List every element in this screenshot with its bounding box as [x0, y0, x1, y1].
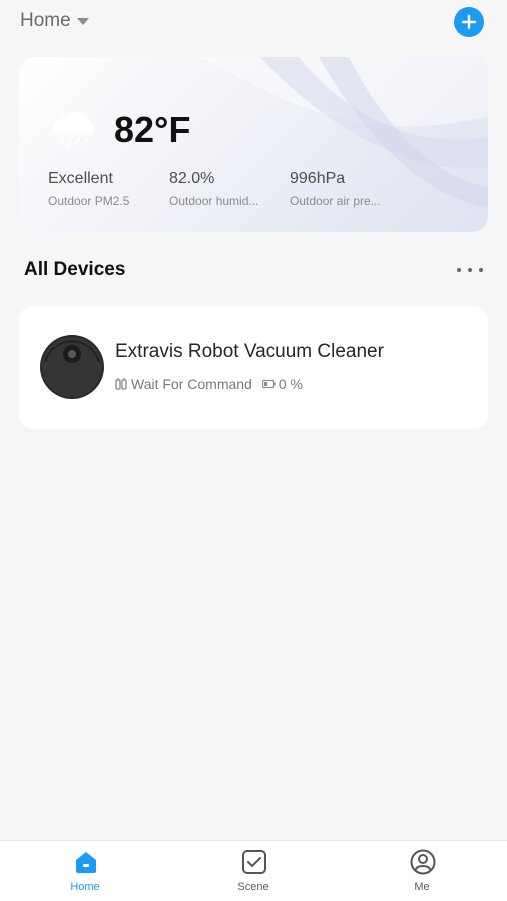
weather-card[interactable]: 82°F Excellent Outdoor PM2.5 82.0% Outdo…: [19, 57, 488, 232]
tab-home[interactable]: Home: [45, 841, 125, 901]
add-device-button[interactable]: [454, 7, 484, 37]
stat-value: 82.0%: [169, 170, 215, 187]
more-dot: [457, 268, 461, 272]
section-title: All Devices: [24, 259, 126, 280]
device-name: Extravis Robot Vacuum Cleaner: [115, 341, 384, 362]
more-options-button[interactable]: [457, 262, 483, 278]
stat-air-pressure: 996hPa Outdoor air pre...: [290, 170, 381, 208]
tab-label: Home: [70, 881, 100, 893]
tab-label: Scene: [237, 881, 269, 893]
tab-bar: Home Scene Me: [0, 840, 507, 901]
home-selector[interactable]: Home: [20, 10, 89, 32]
stat-label: Outdoor humid...: [169, 194, 259, 208]
device-status: Wait For Command 0 %: [115, 376, 303, 392]
robot-vacuum-icon: [40, 335, 104, 399]
profile-icon: [410, 849, 436, 875]
more-dot: [479, 268, 483, 272]
battery-icon: [261, 379, 276, 389]
tab-me[interactable]: Me: [382, 841, 462, 901]
plus-icon: [461, 14, 477, 30]
stat-value: 996hPa: [290, 170, 346, 187]
status-text: Wait For Command: [131, 376, 252, 392]
status-icon: [115, 378, 127, 390]
more-dot: [468, 268, 472, 272]
stat-label: Outdoor PM2.5: [48, 194, 130, 208]
stat-humidity: 82.0% Outdoor humid...: [169, 170, 258, 208]
device-card[interactable]: Extravis Robot Vacuum Cleaner Wait For C…: [19, 306, 488, 429]
tab-label: Me: [414, 881, 430, 893]
battery-text: 0 %: [278, 376, 303, 392]
temperature: 82°F: [114, 109, 191, 150]
home-icon: [76, 852, 96, 873]
stat-value: Excellent: [48, 170, 113, 187]
header: Home: [0, 0, 507, 46]
home-title: Home: [20, 10, 71, 31]
stat-label: Outdoor air pre...: [290, 194, 381, 208]
stat-pm25: Excellent Outdoor PM2.5: [48, 170, 129, 208]
chevron-down-icon: [76, 17, 89, 25]
rain-cloud-icon: [53, 112, 94, 148]
tab-scene[interactable]: Scene: [213, 841, 293, 901]
scene-icon: [242, 850, 266, 874]
